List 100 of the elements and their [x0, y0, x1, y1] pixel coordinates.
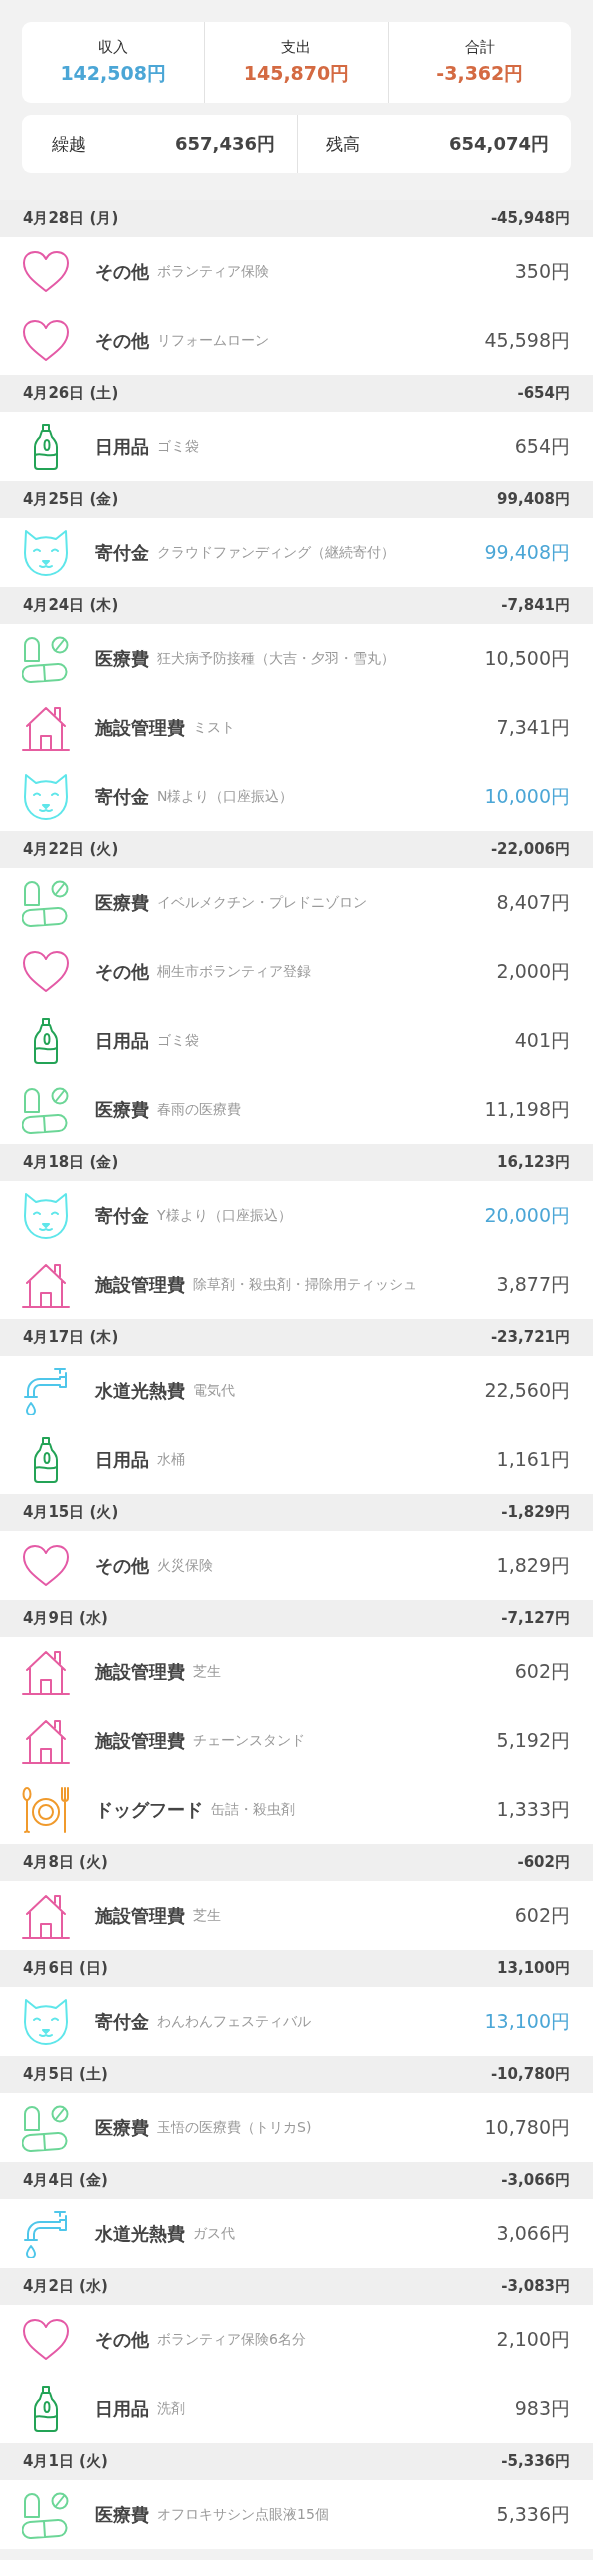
date-label: 4月25日 (金) — [23, 490, 119, 509]
summary-label: 合計 — [464, 38, 495, 57]
transaction-row[interactable]: 施設管理費 チェーンスタンド 5,192円 — [0, 1706, 593, 1775]
category-label: 施設管理費 — [95, 1659, 185, 1684]
memo-text: 桐生市ボランティア登録 — [157, 963, 311, 980]
faucet-icon — [22, 1366, 70, 1415]
category-label: 施設管理費 — [95, 1903, 185, 1928]
transaction-row[interactable]: 施設管理費 芝生 602円 — [0, 1637, 593, 1706]
day-total: -22,006円 — [490, 840, 570, 859]
transaction-row[interactable]: 施設管理費 芝生 602円 — [0, 1881, 593, 1950]
amount-text: 1,333円 — [496, 1796, 570, 1822]
memo-text: ボランティア保険 — [157, 263, 269, 280]
transaction-row[interactable]: 医療費 オフロキサシン点眼液15個 5,336円 — [0, 2480, 593, 2549]
transaction-row[interactable]: その他 桐生市ボランティア登録 2,000円 — [0, 937, 593, 1006]
transaction-row[interactable]: 医療費 狂犬病予防接種（大吉・夕羽・雪丸） 10,500円 — [0, 624, 593, 693]
dog-face-icon — [22, 772, 70, 821]
category-label: その他 — [95, 959, 149, 984]
category-label: 医療費 — [95, 646, 149, 671]
dog-face-icon — [22, 1997, 70, 2046]
transaction-row[interactable]: 日用品 ゴミ袋 654円 — [0, 412, 593, 481]
date-label: 4月8日 (火) — [23, 1853, 108, 1872]
transaction-row[interactable]: その他 ボランティア保険 350円 — [0, 237, 593, 306]
transaction-row[interactable]: 水道光熱費 電気代 22,560円 — [0, 1356, 593, 1425]
amount-text: 654円 — [514, 433, 570, 459]
memo-text: 春雨の医療費 — [157, 1101, 241, 1118]
amount-text: 2,000円 — [496, 958, 570, 984]
transaction-row[interactable]: 医療費 玉悟の医療費（トリカS) 10,780円 — [0, 2093, 593, 2162]
category-label: 日用品 — [95, 1028, 149, 1053]
transaction-row[interactable]: その他 火災保険 1,829円 — [0, 1531, 593, 1600]
date-label: 4月26日 (土) — [23, 384, 119, 403]
day-total: -602円 — [517, 1853, 570, 1872]
category-label: 日用品 — [95, 1447, 149, 1472]
memo-text: わんわんフェスティバル — [157, 2013, 311, 2030]
plate-cutlery-icon — [22, 1785, 70, 1834]
amount-text: 602円 — [514, 1658, 570, 1684]
day-total: 13,100円 — [497, 1959, 570, 1978]
memo-text: 狂犬病予防接種（大吉・夕羽・雪丸） — [157, 650, 395, 667]
category-label: 水道光熱費 — [95, 2221, 185, 2246]
day-total: -10,780円 — [490, 2065, 570, 2084]
faucet-icon — [22, 2209, 70, 2258]
category-label: 施設管理費 — [95, 1728, 185, 1753]
transaction-row[interactable]: その他 リフォームローン 45,598円 — [0, 306, 593, 375]
transaction-row[interactable]: 水道光熱費 ガス代 3,066円 — [0, 2199, 593, 2268]
day-total: -5,336円 — [501, 2452, 570, 2471]
category-label: ドッグフード — [95, 1797, 203, 1822]
date-label: 4月28日 (月) — [23, 209, 119, 228]
transaction-row[interactable]: 施設管理費 除草剤・殺虫剤・掃除用ティッシュ 3,877円 — [0, 1250, 593, 1319]
category-label: 施設管理費 — [95, 715, 185, 740]
amount-text: 20,000円 — [484, 1202, 570, 1228]
day-total: -1,829円 — [501, 1503, 570, 1522]
date-label: 4月4日 (金) — [23, 2171, 108, 2190]
balance-label: 残高 — [326, 132, 360, 156]
pills-icon — [22, 1085, 70, 1134]
memo-text: 洗剤 — [157, 2400, 185, 2417]
amount-text: 1,161円 — [496, 1446, 570, 1472]
transaction-row[interactable]: 寄付金 N様より（口座振込） 10,000円 — [0, 762, 593, 831]
transaction-row[interactable]: その他 ボランティア保険6名分 2,100円 — [0, 2305, 593, 2374]
category-label: 日用品 — [95, 2396, 149, 2421]
category-label: 医療費 — [95, 1097, 149, 1122]
memo-text: ミスト — [193, 719, 235, 736]
amount-text: 983円 — [514, 2395, 570, 2421]
memo-text: オフロキサシン点眼液15個 — [157, 2506, 329, 2523]
memo-text: チェーンスタンド — [193, 1732, 305, 1749]
category-label: 医療費 — [95, 2502, 149, 2527]
memo-text: 火災保険 — [157, 1557, 213, 1574]
dog-face-icon — [22, 1191, 70, 1240]
amount-text: 2,100円 — [496, 2326, 570, 2352]
category-label: その他 — [95, 1553, 149, 1578]
memo-text: 缶詰・殺虫剤 — [211, 1801, 295, 1818]
date-label: 4月15日 (火) — [23, 1503, 119, 1522]
memo-text: ゴミ袋 — [157, 1032, 199, 1049]
day-total: 16,123円 — [497, 1153, 570, 1172]
amount-text: 45,598円 — [484, 327, 570, 353]
memo-text: 芝生 — [193, 1907, 221, 1924]
pills-icon — [22, 2103, 70, 2152]
amount-text: 602円 — [514, 1902, 570, 1928]
amount-text: 350円 — [514, 258, 570, 284]
transaction-row[interactable]: 寄付金 クラウドファンディング（継続寄付） 99,408円 — [0, 518, 593, 587]
amount-text: 5,192円 — [496, 1727, 570, 1753]
amount-text: 7,341円 — [496, 714, 570, 740]
amount-text: 401円 — [514, 1027, 570, 1053]
transaction-row[interactable]: 日用品 水桶 1,161円 — [0, 1425, 593, 1494]
transaction-row[interactable]: 日用品 洗剤 983円 — [0, 2374, 593, 2443]
amount-text: 13,100円 — [484, 2008, 570, 2034]
transaction-row[interactable]: 医療費 イベルメクチン・プレドニゾロン 8,407円 — [0, 868, 593, 937]
category-label: 寄付金 — [95, 1203, 149, 1228]
transaction-row[interactable]: 日用品 ゴミ袋 401円 — [0, 1006, 593, 1075]
transaction-row[interactable]: 医療費 春雨の医療費 11,198円 — [0, 1075, 593, 1144]
transaction-row[interactable]: 寄付金 わんわんフェスティバル 13,100円 — [0, 1987, 593, 2056]
amount-text: 1,829円 — [496, 1552, 570, 1578]
pills-icon — [22, 878, 70, 927]
transaction-row[interactable]: ドッグフード 缶詰・殺虫剤 1,333円 — [0, 1775, 593, 1844]
memo-text: リフォームローン — [157, 332, 269, 349]
transaction-row[interactable]: 寄付金 Y様より（口座振込） 20,000円 — [0, 1181, 593, 1250]
pills-icon — [22, 634, 70, 683]
date-label: 4月6日 (日) — [23, 1959, 108, 1978]
memo-text: 玉悟の医療費（トリカS) — [157, 2119, 312, 2136]
amount-text: 22,560円 — [484, 1377, 570, 1403]
transaction-row[interactable]: 施設管理費 ミスト 7,341円 — [0, 693, 593, 762]
amount-text: 11,198円 — [484, 1096, 570, 1122]
